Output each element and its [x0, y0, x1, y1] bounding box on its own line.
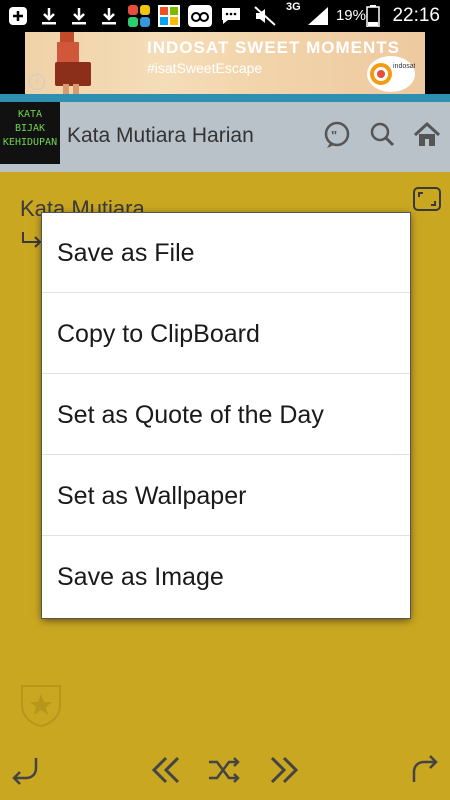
menu-item-copy-to-clipboard[interactable]: Copy to ClipBoard: [42, 294, 410, 374]
menu-item-save-as-image[interactable]: Save as Image: [42, 537, 410, 617]
context-menu-dialog: Save as File Copy to ClipBoard Set as Qu…: [42, 213, 410, 618]
menu-item-set-wallpaper[interactable]: Set as Wallpaper: [42, 456, 410, 536]
menu-item-save-as-file[interactable]: Save as File: [42, 213, 410, 293]
menu-item-set-quote-of-day[interactable]: Set as Quote of the Day: [42, 375, 410, 455]
